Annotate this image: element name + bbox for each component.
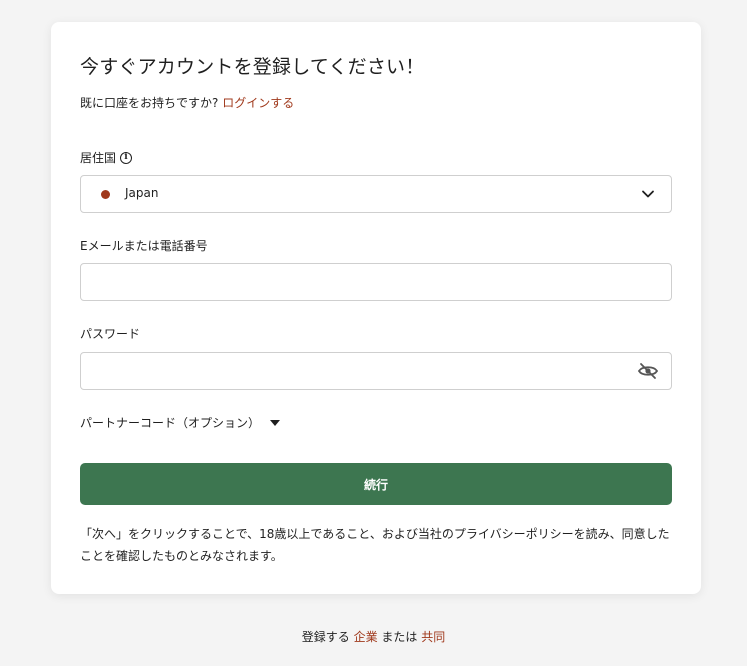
joint-register-link[interactable]: 共同 — [421, 630, 445, 644]
login-link[interactable]: ログインする — [222, 96, 294, 110]
footer-register-links: 登録する 企業 または 共同 — [0, 628, 747, 645]
password-label: パスワード — [80, 327, 141, 341]
continue-button[interactable]: 続行 — [80, 463, 672, 505]
email-field-wrapper — [80, 263, 672, 301]
eye-slash-icon[interactable] — [637, 362, 659, 380]
legal-notice: 「次へ」をクリックすることで、18歳以上であること、および当社のプライバシーポリ… — [80, 527, 670, 563]
page-title: 今すぐアカウントを登録してください！ — [80, 56, 425, 78]
country-select[interactable]: Japan — [80, 175, 672, 213]
login-prompt: 既に口座をお持ちですか? ログインする — [80, 94, 294, 111]
footer-middle: または — [377, 630, 422, 644]
password-field-wrapper — [80, 352, 672, 390]
partner-code-toggle[interactable]: パートナーコード（オプション） — [80, 414, 281, 431]
footer-prefix: 登録する — [301, 630, 354, 644]
country-label-row: 居住国 i — [80, 149, 133, 166]
chevron-down-icon — [642, 190, 654, 198]
email-field[interactable] — [81, 264, 671, 300]
country-selected-value: Japan — [125, 186, 159, 200]
caret-down-icon — [270, 419, 281, 426]
registration-card: 今すぐアカウントを登録してください！ 既に口座をお持ちですか? ログインする 居… — [51, 22, 701, 594]
corporate-register-link[interactable]: 企業 — [354, 630, 378, 644]
password-field[interactable] — [81, 353, 621, 389]
country-flag-icon — [101, 190, 110, 199]
info-icon[interactable]: i — [120, 151, 133, 164]
login-prompt-text: 既に口座をお持ちですか? — [80, 96, 223, 110]
partner-code-label: パートナーコード（オプション） — [80, 416, 261, 430]
email-label: Eメールまたは電話番号 — [80, 239, 208, 253]
country-label: 居住国 — [80, 151, 117, 165]
